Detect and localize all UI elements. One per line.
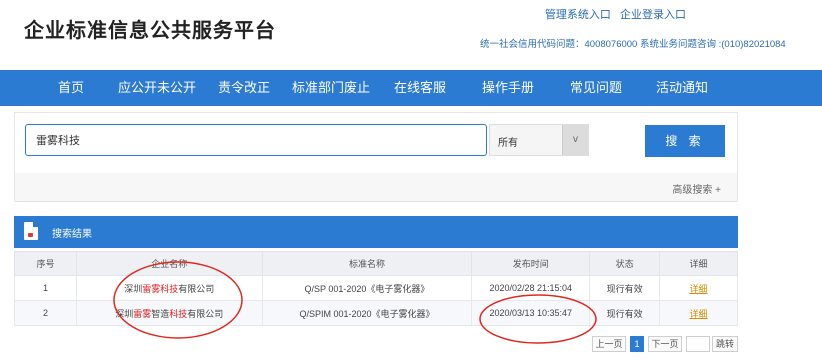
company-highlight: 雷雾 — [133, 308, 152, 319]
top-links: 管理系统入口 企业登录入口 — [539, 6, 686, 22]
row-standard: Q/SPIM 001-2020《电子雾化器》 — [261, 300, 473, 326]
column-header-index: 序号 — [14, 251, 77, 276]
company-highlight-2: 科技 — [169, 308, 188, 319]
column-header-status: 状态 — [589, 251, 661, 276]
prev-page-button[interactable]: 上一页 — [592, 336, 626, 352]
search-input[interactable] — [25, 124, 487, 156]
row-published: 2020/02/28 21:15:04 — [471, 275, 591, 301]
nav-item-events[interactable]: 活动通知 — [656, 70, 708, 106]
nav-item-unpublished[interactable]: 应公开未公开 — [118, 70, 196, 106]
table-row: 2 深圳雷雾智造科技有限公司 Q/SPIM 001-2020《电子雾化器》 20… — [14, 300, 738, 326]
main-navbar: 首页 应公开未公开 责令改正 标准部门废止 在线客服 操作手册 常见问题 活动通… — [0, 70, 822, 106]
search-panel: 所有 v 搜 索 高级搜索 + — [14, 112, 738, 202]
advanced-search-link[interactable]: 高级搜索 + — [672, 181, 721, 196]
document-icon — [24, 222, 38, 240]
column-header-detail: 详细 — [659, 251, 738, 276]
company-suffix: 有限公司 — [178, 283, 215, 294]
company-mid: 智造 — [151, 308, 170, 319]
company-prefix: 深圳 — [124, 283, 143, 294]
nav-item-abolished[interactable]: 标准部门废止 — [292, 70, 370, 106]
jump-button[interactable]: 跳转 — [712, 336, 738, 352]
detail-link[interactable]: 详细 — [690, 309, 708, 319]
row-status: 现行有效 — [589, 300, 661, 326]
row-company: 深圳雷雾科技有限公司 — [75, 275, 263, 301]
nav-item-faq[interactable]: 常见问题 — [570, 70, 622, 106]
row-published: 2020/03/13 10:35:47 — [471, 300, 591, 326]
row-index: 1 — [14, 275, 77, 301]
site-title: 企业标准信息公共服务平台 — [24, 20, 276, 42]
row-index: 2 — [14, 300, 77, 326]
column-header-standard: 标准名称 — [261, 251, 473, 276]
column-header-company: 企业名称 — [75, 251, 263, 276]
row-status: 现行有效 — [589, 275, 661, 301]
nav-item-manual[interactable]: 操作手册 — [482, 70, 534, 106]
table-header-row: 序号 企业名称 标准名称 发布时间 状态 详细 — [14, 251, 738, 276]
column-header-published: 发布时间 — [471, 251, 591, 276]
results-header: 搜索结果 — [14, 216, 738, 248]
nav-item-online-service[interactable]: 在线客服 — [394, 70, 446, 106]
current-page[interactable]: 1 — [630, 336, 644, 352]
search-bar-area: 所有 v 搜 索 — [15, 113, 737, 173]
row-company: 深圳雷雾智造科技有限公司 — [75, 300, 263, 326]
search-button[interactable]: 搜 索 — [645, 125, 725, 157]
row-detail: 详细 — [659, 300, 738, 326]
company-login-link[interactable]: 企业登录入口 — [620, 9, 686, 21]
hotline-text: 统一社会信用代码问题：4008076000 系统业务问题咨询 :(010)820… — [480, 39, 786, 50]
results-title: 搜索结果 — [52, 229, 92, 240]
row-detail: 详细 — [659, 275, 738, 301]
company-suffix: 有限公司 — [187, 308, 224, 319]
next-page-button[interactable]: 下一页 — [648, 336, 682, 352]
nav-item-home[interactable]: 首页 — [58, 70, 84, 106]
page-jump-input[interactable] — [686, 336, 710, 352]
scope-select[interactable]: 所有 v — [489, 124, 589, 156]
scope-select-value: 所有 — [498, 138, 518, 149]
results-table: 序号 企业名称 标准名称 发布时间 状态 详细 1 深圳雷雾科技有限公司 Q/S… — [14, 251, 738, 326]
chevron-down-icon[interactable]: v — [562, 125, 588, 155]
company-prefix: 深圳 — [115, 308, 134, 319]
detail-link[interactable]: 详细 — [690, 284, 708, 294]
row-standard: Q/SP 001-2020《电子雾化器》 — [261, 275, 473, 301]
nav-item-rectify[interactable]: 责令改正 — [218, 70, 270, 106]
table-row: 1 深圳雷雾科技有限公司 Q/SP 001-2020《电子雾化器》 2020/0… — [14, 275, 738, 301]
company-highlight: 雷雾科技 — [142, 283, 179, 294]
admin-entry-link[interactable]: 管理系统入口 — [545, 9, 611, 21]
